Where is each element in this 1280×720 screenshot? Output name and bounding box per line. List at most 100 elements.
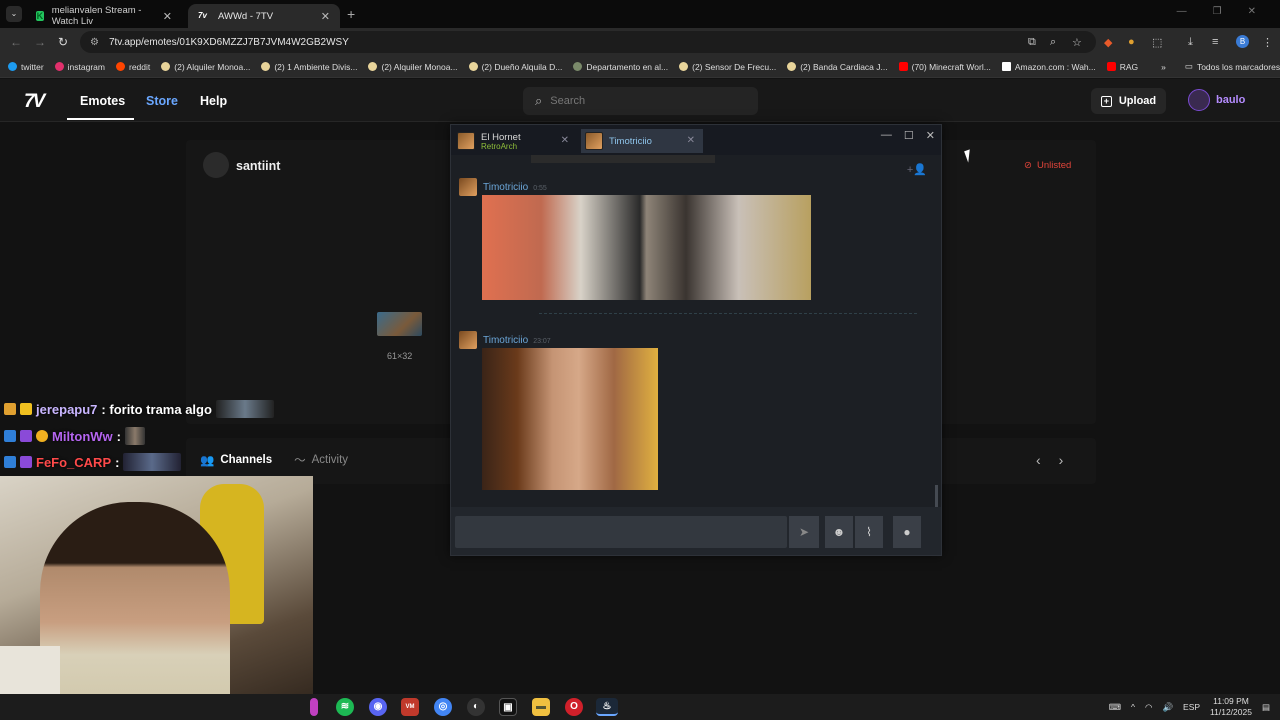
all-bookmarks-folder[interactable]: ▭ Todos los marcadores [1185,61,1280,72]
tab-search-button[interactable]: ⌄ [6,6,22,22]
active-nav-indicator [67,118,134,120]
bookmark-item[interactable]: Amazon.com : Wah... [1001,62,1096,72]
maximize-icon[interactable]: ☐ [904,129,914,142]
restore-icon[interactable]: ❐ [1213,6,1222,17]
new-tab-icon[interactable]: + [347,6,355,22]
author-name[interactable]: santiint [236,159,280,173]
url-field[interactable]: ⚙ 7tv.app/emotes/01K9XD6MZZJ7B7JVM4W2GB2… [80,31,1096,53]
bookmark-item[interactable]: instagram [54,62,105,72]
back-icon[interactable]: ← [10,35,22,49]
close-tab-icon[interactable]: ✕ [321,10,330,23]
chat-emote [125,427,145,445]
spotify-icon[interactable]: ≋ [336,698,354,716]
keyboard-icon[interactable]: ⌨ [1109,702,1121,713]
eye-off-icon: ⊘ [1024,160,1032,171]
voicemeeter-icon[interactable]: VM [401,698,419,716]
add-friend-icon[interactable]: +👤 [907,163,927,176]
chat-tab-el-hornet[interactable]: El Hornet RetroArch ✕ [457,129,577,153]
download-icon[interactable]: ⤓ [1188,36,1193,49]
attach-button[interactable]: ⌇ [855,516,883,548]
message-time: 0:55 [533,185,547,192]
wifi-icon[interactable]: ◠ [1145,702,1152,713]
prev-page-icon[interactable]: ‹ [1036,452,1041,468]
profile-avatar[interactable]: B [1236,35,1249,48]
author-avatar[interactable] [203,152,229,178]
app-icon[interactable]: ▣ [499,698,517,716]
clock[interactable]: 11:09 PM 11/12/2025 [1210,696,1252,718]
bookmark-item[interactable]: (2) Sensor De Frecu... [679,62,776,72]
extension-icon[interactable]: ● [1128,36,1135,48]
chat-message: : forito trama algo [101,401,212,417]
bookmark-item[interactable]: reddit [116,62,150,72]
bookmark-item[interactable]: (2) 1 Ambiente Divis... [261,62,357,72]
close-tab-icon[interactable]: ✕ [163,10,172,23]
chat-message-input[interactable] [455,516,787,548]
message-image[interactable] [482,195,811,300]
tab-channels[interactable]: 👥 Channels [200,452,272,468]
activity-icon: 〜 [294,455,306,467]
search-input[interactable]: ⌕ Search [523,87,758,115]
7tv-logo[interactable]: 7V [24,91,45,113]
message-image[interactable] [482,348,658,490]
menu-icon[interactable]: ⋮ [1262,36,1273,49]
forward-icon[interactable]: → [34,35,46,49]
emoticon-button[interactable]: ☻ [825,516,853,548]
close-window-icon[interactable]: ✕ [926,129,935,142]
volume-icon[interactable]: 🔊 [1162,702,1173,713]
unlisted-badge: ⊘ Unlisted [1024,160,1072,171]
translate-icon[interactable]: ⧉ [1028,36,1036,49]
minimize-icon[interactable]: — [1177,6,1187,17]
bookmark-star-icon[interactable]: ☆ [1072,36,1082,49]
chrome-icon[interactable]: ◎ [434,698,452,716]
bookmark-item[interactable]: (2) Alquiler Monoa... [368,62,458,72]
media-icon[interactable]: ≡ [1212,36,1218,48]
nav-emotes[interactable]: Emotes [80,94,125,108]
next-page-icon[interactable]: › [1059,452,1064,468]
tray-chevron-icon[interactable]: ^ [1131,702,1135,712]
app-icon[interactable] [310,698,318,716]
bookmark-item[interactable]: Departamento en al... [573,62,668,72]
badge-icon [20,456,32,468]
file-explorer-icon[interactable]: ▬ [532,698,550,716]
bookmark-item[interactable]: (2) Banda Cardiaca J... [787,62,888,72]
chat-tab-timotriciio[interactable]: Timotriciio ✕ [581,129,703,153]
steam-icon[interactable]: ♨ [596,698,618,716]
extensions-puzzle-icon[interactable]: ⬚ [1152,36,1162,49]
discord-icon[interactable]: ◉ [369,698,387,716]
extension-icon[interactable]: ◆ [1104,36,1112,49]
language-indicator[interactable]: ESP [1183,702,1200,712]
chat-message-list[interactable]: +👤 Timotriciio 0:55 Timotriciio 23:07 [451,155,941,539]
reload-icon[interactable]: ↻ [58,35,68,49]
chat-input-row: ➤ ☻ ⌇ ● [451,507,941,555]
upload-button[interactable]: + Upload [1091,88,1166,114]
bookmark-item[interactable]: (70) Minecraft Worl... [898,62,991,72]
bookmark-item[interactable]: twitter [8,62,44,72]
voice-chat-button[interactable]: ● [893,516,921,548]
tab-activity[interactable]: 〜 Activity [294,452,348,468]
opera-icon[interactable]: O [565,698,583,716]
webcam-feed [0,476,313,720]
bookmarks-overflow-icon[interactable]: » [1161,62,1166,72]
zoom-icon[interactable]: ⌕ [1050,36,1056,49]
nav-help[interactable]: Help [200,94,227,108]
nav-store[interactable]: Store [146,94,178,108]
browser-tab-7tv[interactable]: 7v AWWd - 7TV ✕ [188,4,340,28]
user-menu[interactable]: baulo [1188,89,1245,111]
close-chat-tab-icon[interactable]: ✕ [687,135,695,146]
send-button[interactable]: ➤ [789,516,819,548]
browser-tab-stream[interactable]: K melianvalen Stream - Watch Liv ✕ [26,4,182,28]
search-icon: ⌕ [535,93,543,108]
notifications-icon[interactable]: ▤ [1262,702,1270,713]
bookmark-item[interactable]: (2) Alquiler Monoa... [161,62,250,72]
bookmark-item[interactable]: RAG [1106,62,1138,72]
window-controls: — ❐ ✕ [1177,6,1280,17]
stream-chat-line: jerepapu7 : forito trama algo [4,400,274,418]
obs-icon[interactable]: ◐ [467,698,485,716]
friend-name: El Hornet [481,131,521,143]
site-info-icon[interactable]: ⚙ [90,37,99,48]
close-chat-tab-icon[interactable]: ✕ [561,135,569,146]
minimize-icon[interactable]: — [881,129,892,142]
close-window-icon[interactable]: ✕ [1248,6,1256,17]
webcam-person [40,502,230,720]
bookmark-item[interactable]: (2) Dueño Alquila D... [468,62,562,72]
